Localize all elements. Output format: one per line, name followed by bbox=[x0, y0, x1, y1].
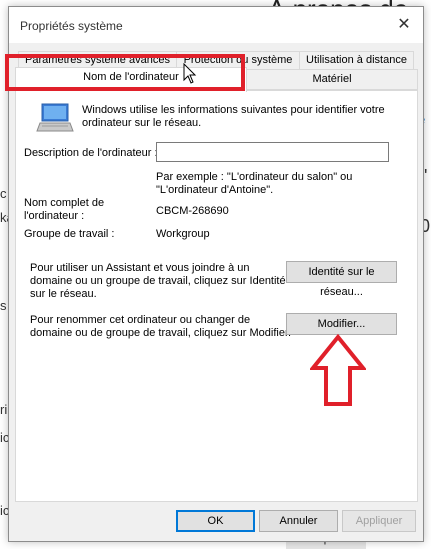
example-text-line1: Par exemple : "L'ordinateur du salon" ou bbox=[156, 171, 353, 183]
close-icon[interactable]: ✕ bbox=[395, 16, 413, 34]
full-name-value: CBCM-268690 bbox=[156, 205, 229, 217]
title-bar[interactable]: Propriétés système ✕ bbox=[9, 7, 423, 43]
background-text-fragment: c bbox=[0, 186, 7, 201]
background-text-fragment: s bbox=[0, 298, 7, 313]
workgroup-label: Groupe de travail : bbox=[24, 228, 115, 240]
rename-text-line2: domaine ou de groupe de travail, cliquez… bbox=[30, 327, 292, 339]
workgroup-value: Workgroup bbox=[156, 228, 210, 240]
intro-text-line1: Windows utilise les informations suivant… bbox=[82, 104, 385, 116]
example-text-line2: "L'ordinateur d'Antoine". bbox=[156, 184, 274, 196]
rename-text-line1: Pour renommer cet ordinateur ou changer … bbox=[30, 314, 251, 326]
system-properties-dialog: Propriétés système ✕ Paramètres système … bbox=[8, 6, 424, 542]
cursor-icon bbox=[183, 63, 197, 84]
network-id-text-line2: domaine ou un groupe de travail, cliquez… bbox=[30, 275, 286, 287]
intro-text-line2: ordinateur sur le réseau. bbox=[82, 117, 202, 129]
full-name-label-line2: l'ordinateur : bbox=[24, 210, 85, 222]
ok-button[interactable]: OK bbox=[176, 510, 255, 532]
computer-icon bbox=[36, 103, 74, 132]
cancel-button[interactable]: Annuler bbox=[259, 510, 338, 532]
apply-button[interactable]: Appliquer bbox=[342, 510, 416, 532]
up-arrow-icon bbox=[310, 334, 366, 406]
tab-computer-name[interactable]: Nom de l'ordinateur bbox=[15, 67, 247, 92]
network-id-button[interactable]: Identité sur le réseau... bbox=[286, 261, 397, 298]
modify-button[interactable]: Modifier... bbox=[286, 313, 397, 335]
full-name-label-line1: Nom complet de bbox=[24, 197, 105, 209]
tab-hardware[interactable]: Matériel bbox=[246, 69, 418, 90]
network-id-text-line3: sur le réseau. bbox=[30, 288, 97, 300]
description-input[interactable] bbox=[156, 142, 389, 162]
network-id-text-line1: Pour utiliser un Assistant et vous joind… bbox=[30, 262, 250, 274]
tab-remote[interactable]: Utilisation à distance bbox=[299, 51, 414, 70]
dialog-title: Propriétés système bbox=[20, 19, 123, 33]
description-label: Description de l'ordinateur : bbox=[24, 147, 158, 159]
background-text-fragment: ri bbox=[0, 402, 8, 417]
